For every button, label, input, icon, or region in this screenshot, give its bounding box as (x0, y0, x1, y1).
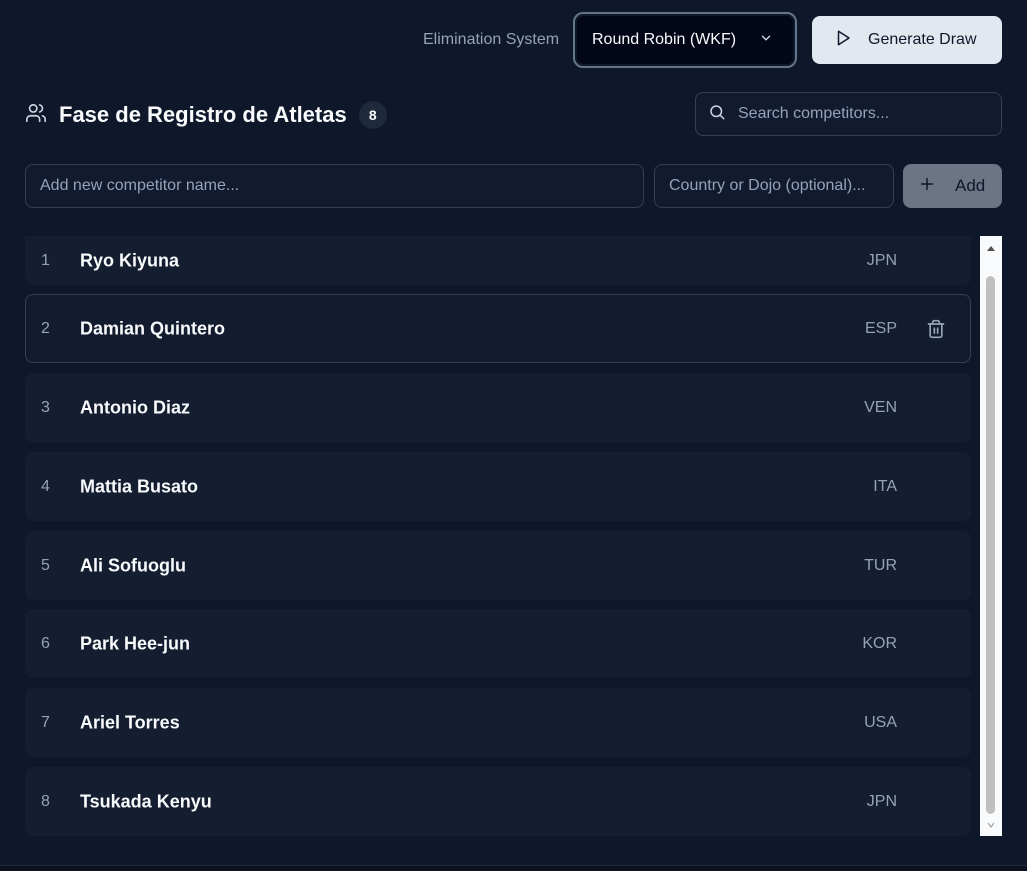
competitor-name: Ali Sofuoglu (80, 555, 186, 575)
competitor-number: 8 (41, 792, 50, 810)
scroll-down-icon[interactable] (980, 816, 1002, 834)
competitor-number: 5 (41, 556, 50, 574)
elimination-system-label: Elimination System (423, 31, 560, 48)
scroll-up-icon[interactable] (980, 240, 1002, 258)
competitor-count-badge: 8 (358, 101, 387, 129)
page-heading: Fase de Registro de Atletas 8 (25, 100, 387, 130)
list-item[interactable]: 4 Mattia Busato ITA (25, 452, 971, 521)
elimination-system-select[interactable]: Round Robin (WKF) (573, 12, 797, 68)
competitor-name: Mattia Busato (80, 476, 199, 496)
competitor-name: Park Hee-jun (80, 633, 191, 653)
search-box[interactable] (695, 92, 1002, 136)
search-input[interactable] (738, 105, 1001, 123)
competitor-number: 1 (41, 251, 50, 269)
competitor-name: Ariel Torres (80, 712, 180, 732)
competitor-number: 4 (41, 477, 50, 495)
competitor-country: ITA (873, 477, 897, 495)
competitor-list[interactable]: 1 Ryo Kiyuna JPN 2 Damian Quintero ESP 3… (25, 236, 977, 836)
competitor-number: 7 (41, 713, 50, 731)
competitor-country: ESP (864, 319, 897, 337)
competitor-country: KOR (862, 634, 897, 652)
list-item[interactable]: 2 Damian Quintero ESP (25, 294, 971, 363)
competitor-name-field[interactable] (25, 164, 644, 208)
list-item[interactable]: 7 Ariel Torres USA (25, 688, 971, 757)
elimination-system-select-box[interactable]: Round Robin (WKF) (577, 16, 793, 64)
list-item[interactable]: 3 Antonio Diaz VEN (25, 373, 971, 442)
generate-draw-label: Generate Draw (868, 31, 977, 48)
competitor-name: Tsukada Kenyu (80, 791, 212, 811)
play-icon (834, 29, 852, 52)
competitor-number: 3 (41, 398, 50, 416)
scrollbar-thumb[interactable] (986, 276, 995, 814)
list-scrollbar[interactable] (980, 236, 1002, 836)
registration-panel: Elimination System Round Robin (WKF) Gen… (0, 0, 1027, 866)
search-icon (708, 103, 726, 126)
competitor-country: JPN (866, 251, 897, 269)
competitor-name: Ryo Kiyuna (80, 250, 180, 270)
add-competitor-button[interactable]: Add (903, 164, 1002, 208)
competitor-country: JPN (866, 792, 897, 810)
chevron-down-icon (759, 31, 773, 50)
list-item[interactable]: 1 Ryo Kiyuna JPN (25, 236, 971, 285)
competitor-country: TUR (864, 556, 897, 574)
add-label: Add (955, 176, 986, 195)
trash-icon[interactable] (926, 319, 946, 339)
competitor-country: VEN (864, 398, 897, 416)
competitor-country: USA (864, 713, 897, 731)
competitor-number: 6 (41, 634, 50, 652)
country-dojo-field[interactable] (654, 164, 894, 208)
country-dojo-input[interactable] (669, 177, 893, 195)
users-icon (25, 102, 47, 129)
competitor-number: 2 (41, 319, 50, 337)
page-title: Fase de Registro de Atletas (59, 102, 347, 127)
elimination-system-value: Round Robin (WKF) (592, 31, 737, 48)
list-item[interactable]: 6 Park Hee-jun KOR (25, 609, 971, 678)
competitor-name: Damian Quintero (80, 318, 226, 338)
competitor-name: Antonio Diaz (80, 397, 190, 417)
list-item[interactable]: 5 Ali Sofuoglu TUR (25, 531, 971, 600)
plus-icon (919, 176, 935, 197)
generate-draw-button[interactable]: Generate Draw (812, 16, 1002, 64)
list-item[interactable]: 8 Tsukada Kenyu JPN (25, 767, 971, 836)
competitor-name-input[interactable] (40, 177, 643, 195)
